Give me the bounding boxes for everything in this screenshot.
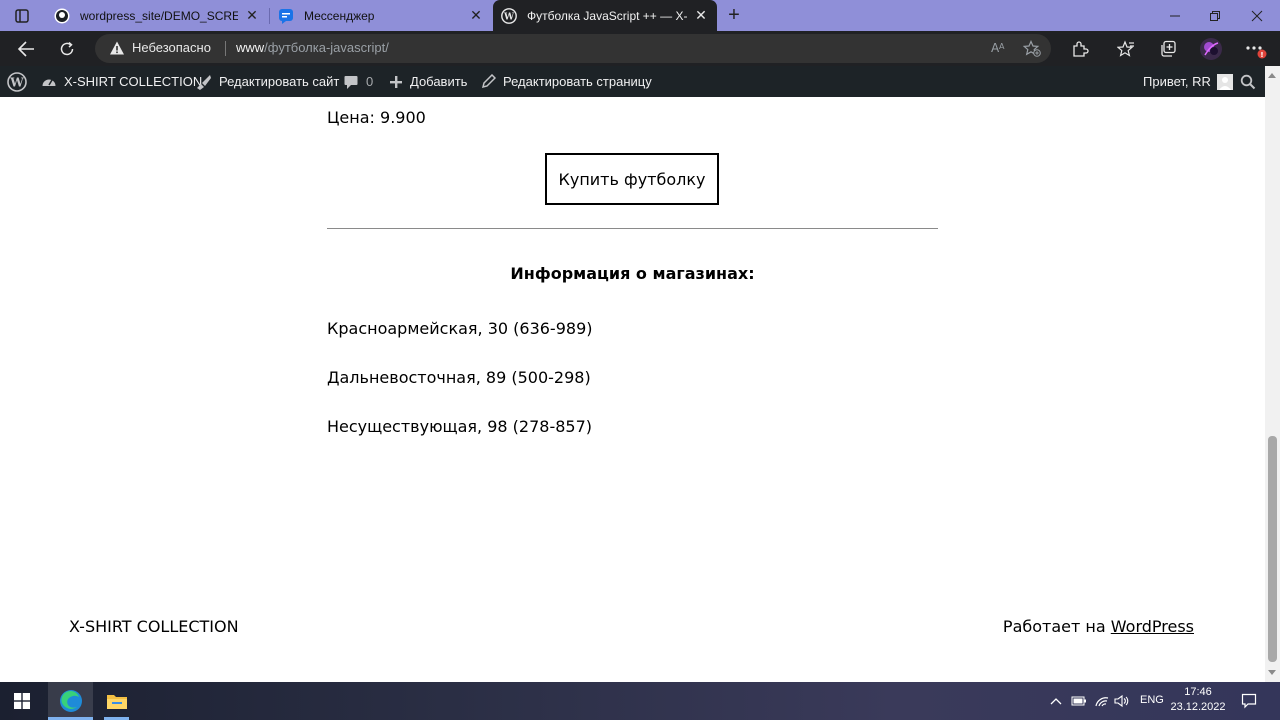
extensions-icon[interactable] xyxy=(1068,37,1092,61)
svg-text:A: A xyxy=(999,42,1005,51)
url-path: /футболка-javascript/ xyxy=(264,40,389,55)
battery-icon[interactable] xyxy=(1070,693,1088,709)
messenger-icon xyxy=(278,8,294,24)
tab-title: wordpress_site/DEMO_SCREENS xyxy=(80,8,238,23)
language-indicator[interactable]: ENG xyxy=(1140,694,1164,706)
tab-github[interactable]: wordpress_site/DEMO_SCREENS ✕ xyxy=(46,0,268,31)
back-arrow-icon[interactable] xyxy=(14,37,38,61)
close-tab-icon[interactable]: ✕ xyxy=(693,7,709,24)
read-aloud-icon[interactable]: AA xyxy=(990,40,1008,61)
tab-active-wordpress[interactable]: W Футболка JavaScript ++ — X-SH ✕ xyxy=(493,0,717,31)
page-content: Цена: 9.900 Купить футболку Информация о… xyxy=(0,97,1265,682)
url-host: www xyxy=(236,40,265,55)
wordpress-logo-icon[interactable]: W xyxy=(7,66,27,97)
clock[interactable]: 17:46 23.12.2022 xyxy=(1166,685,1230,715)
close-tab-icon[interactable]: ✕ xyxy=(244,7,260,24)
profile-avatar-icon[interactable] xyxy=(1199,37,1223,61)
edit-page-menu[interactable]: Редактировать страницу xyxy=(481,66,652,97)
page-scrollbar[interactable] xyxy=(1265,66,1280,682)
comments-menu[interactable]: 0 xyxy=(343,66,373,97)
url-text[interactable]: www/футболка-javascript/ xyxy=(236,40,389,55)
new-content-menu[interactable]: Добавить xyxy=(389,66,467,97)
clock-time: 17:46 xyxy=(1184,686,1212,698)
scrollbar-thumb[interactable] xyxy=(1268,436,1277,662)
clock-date: 23.12.2022 xyxy=(1170,701,1226,713)
browser-toolbar: Небезопасно www/футболка-javascript/ AA … xyxy=(0,31,1280,66)
user-avatar-icon xyxy=(1216,73,1233,90)
edge-browser-icon[interactable] xyxy=(48,682,93,720)
warning-icon[interactable] xyxy=(109,40,125,56)
close-window-icon[interactable] xyxy=(1234,0,1280,31)
address-bar[interactable]: Небезопасно www/футболка-javascript/ AA xyxy=(95,34,1051,63)
file-explorer-icon[interactable] xyxy=(94,682,139,720)
footer-credit: Работает на WordPress xyxy=(1003,617,1194,636)
close-tab-icon[interactable]: ✕ xyxy=(468,7,484,24)
settings-more-icon[interactable]: ! xyxy=(1244,37,1268,61)
buy-tshirt-button[interactable]: Купить футболку xyxy=(545,153,719,205)
search-icon[interactable] xyxy=(1240,66,1256,97)
svg-text:!: ! xyxy=(1260,51,1263,59)
add-favorite-icon[interactable] xyxy=(1022,40,1041,62)
customize-label: Редактировать сайт xyxy=(219,74,340,89)
svg-text:W: W xyxy=(503,12,515,22)
svg-text:W: W xyxy=(9,75,24,89)
comment-bubble-icon xyxy=(343,74,359,90)
scroll-up-icon[interactable] xyxy=(1268,73,1276,78)
store-item: Несуществующая, 98 (278-857) xyxy=(327,417,592,436)
chevron-up-icon[interactable] xyxy=(1048,693,1064,709)
footer-site-title[interactable]: X-SHIRT COLLECTION xyxy=(69,617,239,636)
customize-menu[interactable]: Редактировать сайт xyxy=(195,66,339,97)
wifi-icon[interactable] xyxy=(1094,693,1110,709)
restore-icon[interactable] xyxy=(1192,0,1238,31)
paintbrush-icon xyxy=(195,73,212,90)
new-tab-button[interactable]: + xyxy=(723,4,745,26)
browser-tab-strip: wordpress_site/DEMO_SCREENS ✕ Мессенджер… xyxy=(0,0,1280,31)
price-text: Цена: 9.900 xyxy=(327,108,426,127)
dashboard-icon xyxy=(41,74,57,90)
volume-icon[interactable] xyxy=(1114,693,1130,709)
security-label[interactable]: Небезопасно xyxy=(132,40,211,55)
site-name-menu[interactable]: X-SHIRT COLLECTION xyxy=(41,66,202,97)
wp-admin-bar: W X-SHIRT COLLECTION Редактировать сайт … xyxy=(0,66,1280,97)
scroll-down-icon[interactable] xyxy=(1268,670,1276,675)
site-name: X-SHIRT COLLECTION xyxy=(64,74,203,89)
store-item: Дальневосточная, 89 (500-298) xyxy=(327,368,591,387)
github-icon xyxy=(54,8,70,24)
wordpress-icon: W xyxy=(501,7,517,24)
reload-icon[interactable] xyxy=(55,37,79,61)
greeting: Привет, RR xyxy=(1143,74,1211,89)
windows-taskbar: ENG 17:46 23.12.2022 xyxy=(0,682,1280,720)
account-menu[interactable]: Привет, RR xyxy=(1143,66,1233,97)
favorites-icon[interactable] xyxy=(1114,37,1138,61)
tab-actions-icon[interactable] xyxy=(8,6,36,26)
stores-heading: Информация о магазинах: xyxy=(510,264,755,283)
edit-page-label: Редактировать страницу xyxy=(503,74,652,89)
tab-title: Мессенджер xyxy=(304,8,375,23)
wordpress-link[interactable]: WordPress xyxy=(1111,617,1194,636)
new-label: Добавить xyxy=(410,74,468,89)
windows-start-icon[interactable] xyxy=(0,682,44,720)
tab-title: Футболка JavaScript ++ — X-SH xyxy=(527,8,687,23)
omnibox-separator xyxy=(225,41,226,56)
tab-messenger[interactable]: Мессенджер ✕ xyxy=(270,0,492,31)
notifications-icon[interactable] xyxy=(1240,693,1258,709)
plus-icon xyxy=(389,75,403,89)
store-item: Красноармейская, 30 (636-989) xyxy=(327,319,593,338)
content-divider xyxy=(327,228,938,229)
comments-count: 0 xyxy=(366,74,374,89)
footer-credit-text: Работает на xyxy=(1002,617,1111,636)
pencil-icon xyxy=(481,74,496,89)
collections-icon[interactable] xyxy=(1156,37,1180,61)
